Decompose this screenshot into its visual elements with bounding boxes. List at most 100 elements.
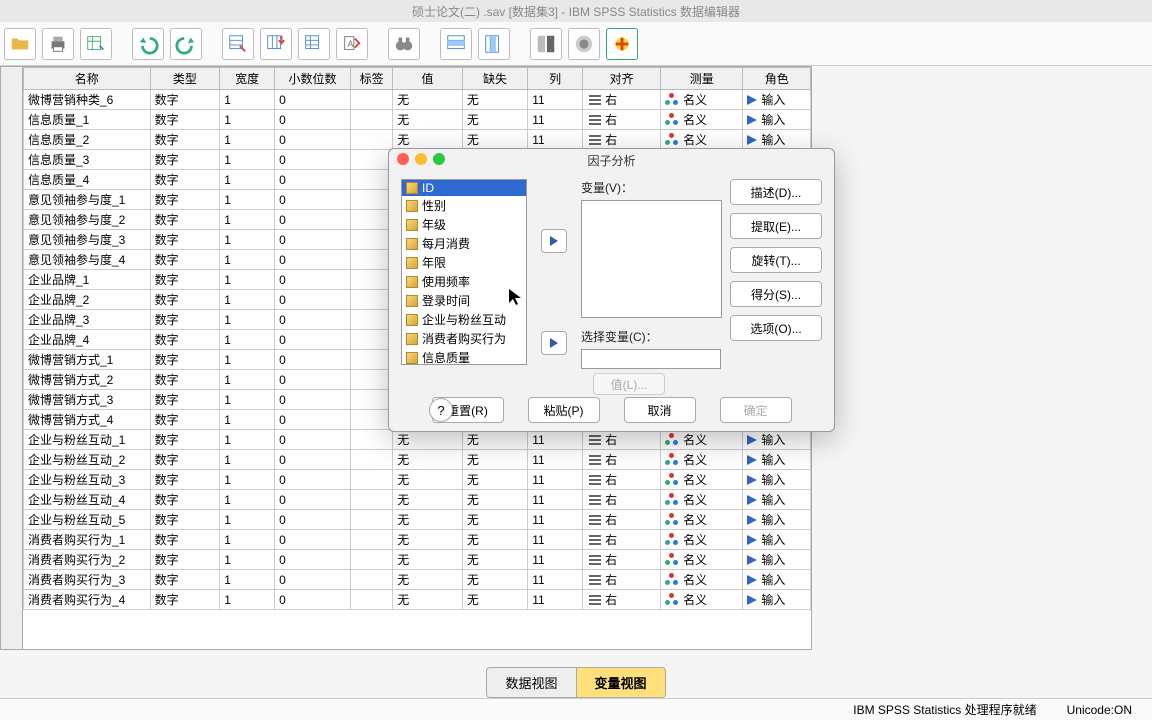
close-icon[interactable] [397, 153, 409, 165]
cell-values[interactable]: 无 [393, 90, 463, 110]
cell-cols[interactable]: 11 [528, 110, 583, 130]
cell-width[interactable]: 1 [220, 490, 275, 510]
cell-width[interactable]: 1 [220, 150, 275, 170]
cell-name[interactable]: 消费者购买行为_3 [24, 570, 151, 590]
value-labels-button[interactable]: A [336, 28, 368, 60]
cell-cols[interactable]: 11 [528, 530, 583, 550]
cell-width[interactable]: 1 [220, 370, 275, 390]
col-header-align[interactable]: 对齐 [583, 68, 661, 90]
cell-values[interactable]: 无 [393, 550, 463, 570]
cell-cols[interactable]: 11 [528, 450, 583, 470]
cell-type[interactable]: 数字 [150, 130, 220, 150]
cell-name[interactable]: 企业与粉丝互动_3 [24, 470, 151, 490]
cell-type[interactable]: 数字 [150, 410, 220, 430]
move-to-selection-button[interactable] [541, 331, 567, 355]
ok-button[interactable]: 确定 [720, 397, 792, 423]
cell-type[interactable]: 数字 [150, 510, 220, 530]
cell-name[interactable]: 消费者购买行为_2 [24, 550, 151, 570]
cell-label[interactable] [351, 370, 393, 390]
cell-role[interactable]: 输入 [743, 430, 811, 450]
table-row[interactable]: 企业与粉丝互动_1数字10无无11右名义输入 [24, 430, 811, 450]
table-row[interactable]: 微博营销种类_6数字10无无11右名义输入 [24, 90, 811, 110]
cell-label[interactable] [351, 410, 393, 430]
cell-width[interactable]: 1 [220, 590, 275, 610]
cell-type[interactable]: 数字 [150, 570, 220, 590]
cell-type[interactable]: 数字 [150, 190, 220, 210]
cell-label[interactable] [351, 110, 393, 130]
cell-missing[interactable]: 无 [462, 470, 527, 490]
cell-type[interactable]: 数字 [150, 210, 220, 230]
open-button[interactable] [4, 28, 36, 60]
cell-dec[interactable]: 0 [275, 590, 351, 610]
cell-label[interactable] [351, 470, 393, 490]
cell-width[interactable]: 1 [220, 130, 275, 150]
cell-dec[interactable]: 0 [275, 190, 351, 210]
cell-width[interactable]: 1 [220, 350, 275, 370]
cell-values[interactable]: 无 [393, 450, 463, 470]
cell-cols[interactable]: 11 [528, 570, 583, 590]
cell-role[interactable]: 输入 [743, 530, 811, 550]
cell-width[interactable]: 1 [220, 550, 275, 570]
cell-type[interactable]: 数字 [150, 590, 220, 610]
select-cases-button[interactable] [606, 28, 638, 60]
cell-measure[interactable]: 名义 [661, 490, 743, 510]
cell-dec[interactable]: 0 [275, 450, 351, 470]
scores-button[interactable]: 得分(S)... [730, 281, 822, 307]
cell-measure[interactable]: 名义 [661, 450, 743, 470]
cell-missing[interactable]: 无 [462, 490, 527, 510]
cell-cols[interactable]: 11 [528, 430, 583, 450]
cell-role[interactable]: 输入 [743, 450, 811, 470]
cell-label[interactable] [351, 530, 393, 550]
cell-width[interactable]: 1 [220, 570, 275, 590]
cell-width[interactable]: 1 [220, 230, 275, 250]
weight-cases-button[interactable] [568, 28, 600, 60]
table-row[interactable]: 企业与粉丝互动_3数字10无无11右名义输入 [24, 470, 811, 490]
cell-values[interactable]: 无 [393, 590, 463, 610]
split-file-button[interactable] [530, 28, 562, 60]
cell-cols[interactable]: 11 [528, 490, 583, 510]
cell-width[interactable]: 1 [220, 110, 275, 130]
cell-type[interactable]: 数字 [150, 290, 220, 310]
cell-label[interactable] [351, 390, 393, 410]
cell-label[interactable] [351, 490, 393, 510]
cell-values[interactable]: 无 [393, 510, 463, 530]
cell-label[interactable] [351, 270, 393, 290]
col-header-name[interactable]: 名称 [24, 68, 151, 90]
cell-dec[interactable]: 0 [275, 150, 351, 170]
cell-width[interactable]: 1 [220, 510, 275, 530]
cell-name[interactable]: 消费者购买行为_1 [24, 530, 151, 550]
cell-values[interactable]: 无 [393, 430, 463, 450]
print-button[interactable] [42, 28, 74, 60]
table-row[interactable]: 信息质量_1数字10无无11右名义输入 [24, 110, 811, 130]
col-header-dec[interactable]: 小数位数 [275, 68, 351, 90]
table-row[interactable]: 消费者购买行为_2数字10无无11右名义输入 [24, 550, 811, 570]
cell-missing[interactable]: 无 [462, 530, 527, 550]
cell-dec[interactable]: 0 [275, 490, 351, 510]
rotate-button[interactable]: 旋转(T)... [730, 247, 822, 273]
cell-type[interactable]: 数字 [150, 310, 220, 330]
cell-label[interactable] [351, 90, 393, 110]
cell-name[interactable]: 微博营销种类_6 [24, 90, 151, 110]
cell-name[interactable]: 信息质量_2 [24, 130, 151, 150]
cell-cols[interactable]: 11 [528, 130, 583, 150]
cell-type[interactable]: 数字 [150, 350, 220, 370]
cell-cols[interactable]: 11 [528, 510, 583, 530]
cell-width[interactable]: 1 [220, 450, 275, 470]
cell-width[interactable]: 1 [220, 470, 275, 490]
cell-label[interactable] [351, 190, 393, 210]
cell-label[interactable] [351, 510, 393, 530]
cell-name[interactable]: 企业与粉丝互动_2 [24, 450, 151, 470]
cell-values[interactable]: 无 [393, 110, 463, 130]
cell-label[interactable] [351, 130, 393, 150]
cell-align[interactable]: 右 [583, 450, 661, 470]
cell-type[interactable]: 数字 [150, 450, 220, 470]
cell-width[interactable]: 1 [220, 170, 275, 190]
cell-measure[interactable]: 名义 [661, 590, 743, 610]
cell-name[interactable]: 意见领袖参与度_2 [24, 210, 151, 230]
cell-type[interactable]: 数字 [150, 530, 220, 550]
cell-dec[interactable]: 0 [275, 170, 351, 190]
cell-align[interactable]: 右 [583, 550, 661, 570]
options-button[interactable]: 选项(O)... [730, 315, 822, 341]
cell-width[interactable]: 1 [220, 290, 275, 310]
cell-name[interactable]: 企业品牌_4 [24, 330, 151, 350]
